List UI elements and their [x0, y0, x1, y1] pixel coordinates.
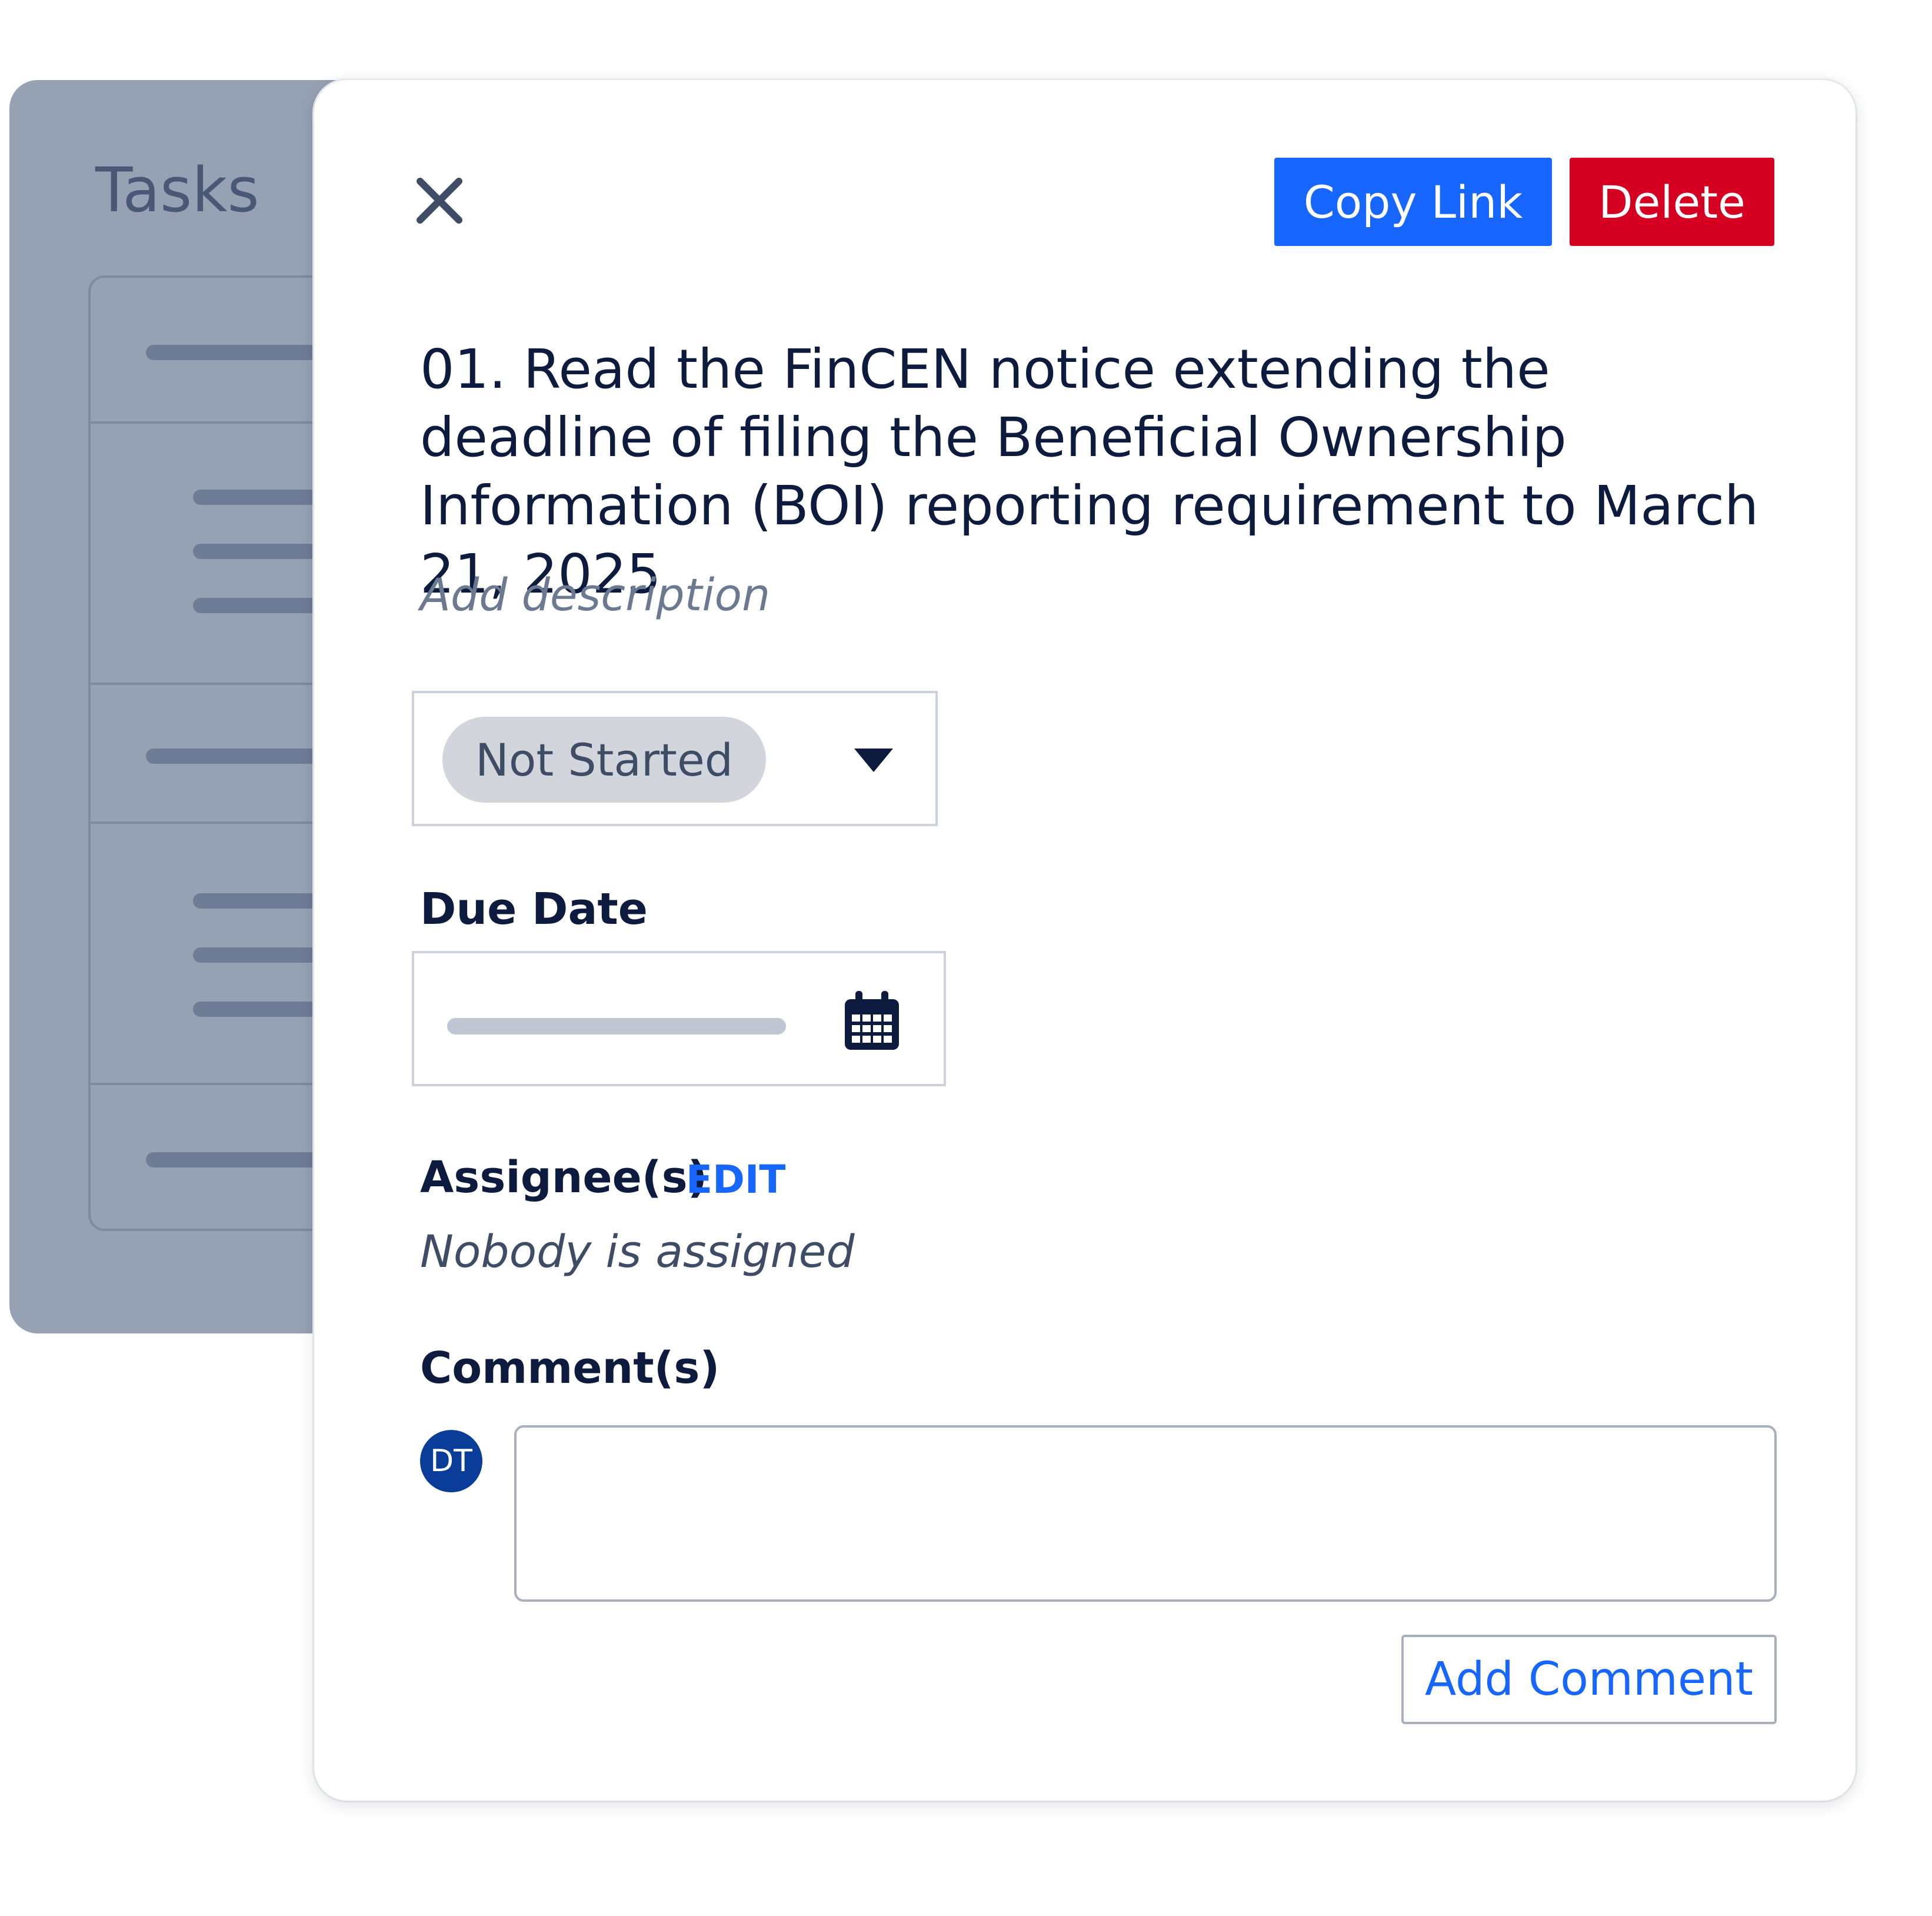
close-icon: [417, 178, 462, 224]
edit-assignees-link[interactable]: EDIT: [686, 1157, 785, 1202]
comment-input[interactable]: [514, 1425, 1777, 1602]
copy-link-button[interactable]: Copy Link: [1274, 158, 1552, 246]
no-assignee-text: Nobody is assigned: [420, 1225, 855, 1278]
comments-label: Comment(s): [420, 1343, 720, 1393]
close-button[interactable]: [415, 177, 464, 225]
date-placeholder: [447, 1018, 786, 1034]
delete-button[interactable]: Delete: [1570, 158, 1774, 246]
status-dropdown[interactable]: Not Started: [412, 691, 938, 826]
due-date-label: Due Date: [420, 884, 648, 934]
avatar: DT: [420, 1430, 482, 1492]
due-date-input[interactable]: [412, 951, 946, 1086]
task-title: 01. Read the FinCEN notice extending the…: [420, 338, 1759, 606]
status-badge: Not Started: [442, 717, 766, 803]
add-comment-button[interactable]: Add Comment: [1401, 1635, 1777, 1724]
tasks-panel-title: Tasks: [95, 154, 259, 226]
calendar-icon[interactable]: [845, 991, 899, 1050]
caret-down-icon: [854, 749, 893, 772]
assignees-label: Assignee(s): [420, 1152, 708, 1203]
description-field[interactable]: Add description: [420, 568, 770, 621]
